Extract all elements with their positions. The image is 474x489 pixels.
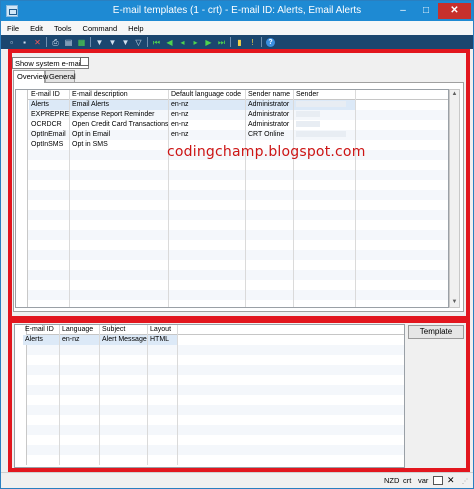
next-page-icon[interactable]: ▶ (204, 38, 213, 47)
help-icon[interactable]: ? (266, 37, 275, 47)
toolbar-separator (261, 37, 262, 47)
status-layer: var (418, 476, 429, 485)
attachments-icon[interactable]: ▮ (235, 38, 244, 47)
close-button[interactable]: ✕ (438, 3, 471, 19)
previous-page-icon[interactable]: ◀ (165, 38, 174, 47)
toolbar-separator (46, 37, 47, 47)
delete-icon[interactable]: ✕ (33, 38, 42, 47)
highlight-frame-bottom (8, 319, 470, 472)
new-icon[interactable]: ▫ (7, 38, 16, 47)
last-record-icon[interactable]: ⏭ (217, 38, 226, 47)
tab-overview[interactable]: Overview (13, 70, 49, 83)
advanced-filter-icon[interactable]: ▼ (121, 38, 130, 47)
title-bar[interactable]: E-mail templates (1 - crt) - E-mail ID: … (1, 1, 473, 21)
menu-bar: File Edit Tools Command Help (1, 21, 473, 35)
application-window: E-mail templates (1 - crt) - E-mail ID: … (0, 0, 474, 489)
save-icon[interactable]: ▪ (20, 38, 29, 47)
toolbar: ▫ ▪ ✕ ⎙ ▤ ▦ ▼ ▼ ▼ ▽ ⏮ ◀ ◂ ▸ ▶ ⏭ ▮ ! ? (1, 35, 473, 49)
menu-file[interactable]: File (7, 24, 19, 33)
print-icon[interactable]: ⎙ (51, 38, 60, 47)
close-form-icon[interactable]: ✕ (447, 475, 455, 486)
tab-overview-label: Overview (17, 72, 49, 81)
status-company[interactable]: crt (403, 476, 411, 485)
menu-command[interactable]: Command (83, 24, 118, 33)
filter-by-selection-icon[interactable]: ▼ (95, 38, 104, 47)
menu-help[interactable]: Help (128, 24, 143, 33)
resize-grip-icon[interactable]: ⋰ (462, 478, 470, 486)
filter-by-grid-icon[interactable]: ▼ (108, 38, 117, 47)
toolbar-separator (147, 37, 148, 47)
toolbar-separator (90, 37, 91, 47)
previous-record-icon[interactable]: ◂ (178, 38, 187, 47)
status-bar: NZD crt var ✕ ⋰ (1, 472, 473, 488)
toolbar-separator (230, 37, 231, 47)
print-preview-icon[interactable]: ▤ (64, 38, 73, 47)
menu-edit[interactable]: Edit (30, 24, 43, 33)
status-currency: NZD (384, 476, 400, 485)
export-icon[interactable]: ▦ (77, 38, 86, 47)
minimize-button[interactable]: – (392, 3, 414, 19)
maximize-button[interactable]: □ (415, 3, 437, 19)
document-icon[interactable] (433, 476, 443, 485)
first-record-icon[interactable]: ⏮ (152, 38, 161, 47)
remove-filter-icon[interactable]: ▽ (134, 38, 143, 47)
next-record-icon[interactable]: ▸ (191, 38, 200, 47)
alert-icon[interactable]: ! (248, 38, 257, 47)
highlight-frame-top (8, 49, 470, 320)
menu-tools[interactable]: Tools (54, 24, 72, 33)
